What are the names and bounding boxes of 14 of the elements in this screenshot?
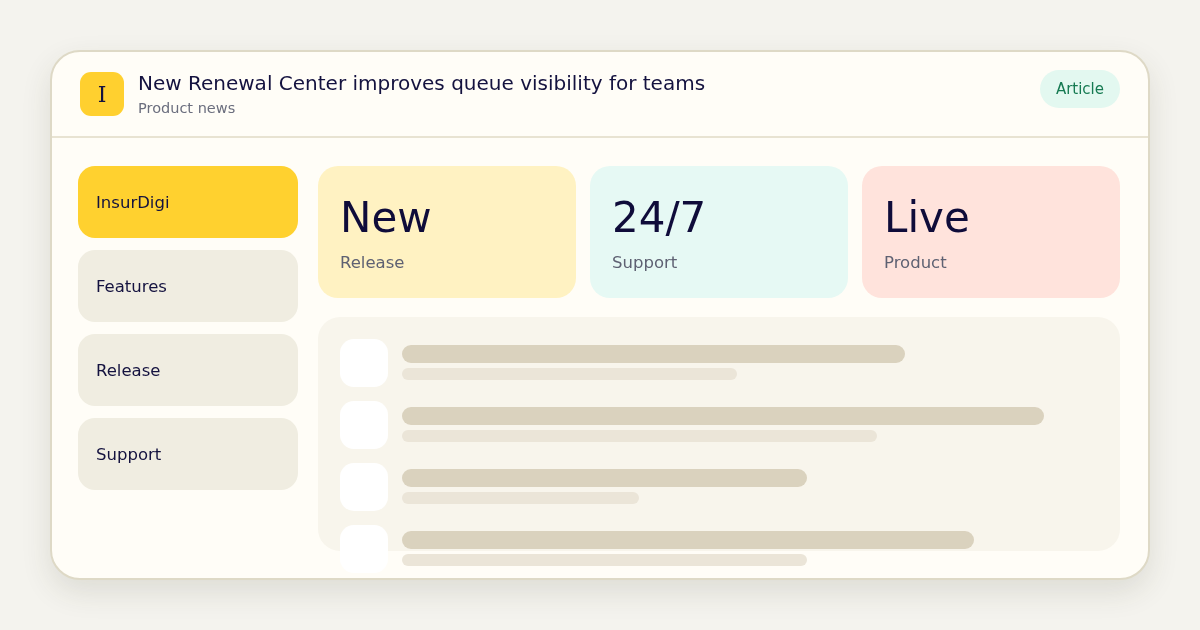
sidebar-item[interactable]: Features <box>78 250 298 322</box>
stat-label: Release <box>340 252 405 274</box>
stat-value: 24/7 <box>612 192 707 244</box>
sidebar-item[interactable]: InsurDigi <box>78 166 298 238</box>
article-category: Product news <box>138 99 236 118</box>
sidebar-item[interactable]: Support <box>78 418 298 490</box>
logo-icon: I <box>80 72 124 116</box>
stat-label: Support <box>612 252 678 274</box>
article-title: New Renewal Center improves queue visibility for teams <box>138 70 706 96</box>
stat-label: Product <box>884 252 947 274</box>
stat-value: Live <box>884 192 970 244</box>
stat-value: New <box>340 192 432 244</box>
article-badge: Article <box>1039 70 1120 108</box>
sidebar-item[interactable]: Release <box>78 334 298 406</box>
